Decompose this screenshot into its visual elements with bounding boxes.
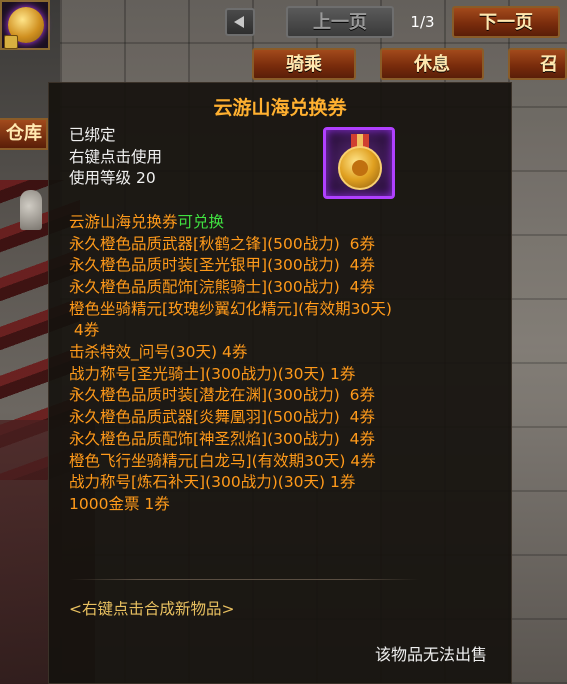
- bind-status: 已绑定: [69, 126, 116, 144]
- item-title: 云游山海兑换券: [213, 97, 347, 119]
- reward-item: 永久橙色品质时装[圣光银甲](300战力) 4券: [69, 256, 375, 275]
- usage-hint: 右键点击使用: [69, 147, 163, 166]
- item-details: 已绑定 右键点击使用 使用等级 20 云游山海兑换券可兑换 永久橙色品质武器[秋…: [69, 125, 392, 516]
- item-tooltip: 云游山海兑换券 已绑定 右键点击使用 使用等级 20 云游山海兑换券可兑换 永久…: [48, 82, 512, 684]
- item-slot[interactable]: [0, 0, 50, 50]
- reward-item: 橙色坐骑精元[玫瑰纱翼幻化精元](有效期30天): [69, 299, 392, 318]
- level-value: 20: [135, 169, 156, 188]
- reward-item: 击杀特效_问号(30天) 4券: [69, 343, 248, 362]
- exchange-header: 云游山海兑换券可兑换: [69, 212, 392, 234]
- reward-item: 战力称号[炼石补天](300战力)(30天) 1券: [69, 473, 356, 492]
- stone-pillar: [20, 190, 42, 230]
- tab-rest[interactable]: 休息: [380, 48, 484, 80]
- reward-item: 橙色飞行坐骑精元[白龙马](有效期30天) 4券: [69, 451, 376, 470]
- reward-item: 永久橙色品质配饰[浣熊骑士](300战力) 4券: [69, 277, 375, 296]
- reward-item: 永久橙色品质武器[炎舞凰羽](500战力) 4券: [69, 408, 375, 427]
- prev-page-button[interactable]: 上一页: [286, 6, 394, 38]
- next-page-button[interactable]: 下一页: [452, 6, 560, 38]
- page-indicator: 1/3: [410, 13, 435, 31]
- tab-summon[interactable]: 召唤: [508, 48, 567, 80]
- tab-storage[interactable]: 仓库: [0, 118, 48, 150]
- level-requirement: 使用等级 20: [69, 168, 392, 190]
- reward-item: 永久橙色品质配饰[神圣烈焰](300战力) 4券: [69, 429, 375, 448]
- exchange-tag: 可兑换: [177, 212, 225, 231]
- reward-item: 永久橙色品质武器[秋鹤之锋](500战力) 6券: [69, 234, 375, 253]
- tab-ride[interactable]: 骑乘: [252, 48, 356, 80]
- exchange-name: 云游山海兑换券: [69, 212, 178, 231]
- reward-item: 1000金票 1券: [69, 494, 170, 513]
- reward-item: 战力称号[圣光骑士](300战力)(30天) 1券: [69, 364, 356, 383]
- level-label: 使用等级: [69, 169, 132, 188]
- combine-hint: <右键点击合成新物品>: [69, 600, 235, 618]
- left-arrow-icon[interactable]: [225, 8, 255, 36]
- lock-icon: [4, 35, 18, 49]
- reward-item: 永久橙色品质时装[潜龙在渊](300战力) 6券: [69, 386, 375, 405]
- reward-item: 4券: [69, 321, 100, 340]
- unsellable-notice: 该物品无法出售: [374, 645, 487, 664]
- divider: [69, 579, 419, 580]
